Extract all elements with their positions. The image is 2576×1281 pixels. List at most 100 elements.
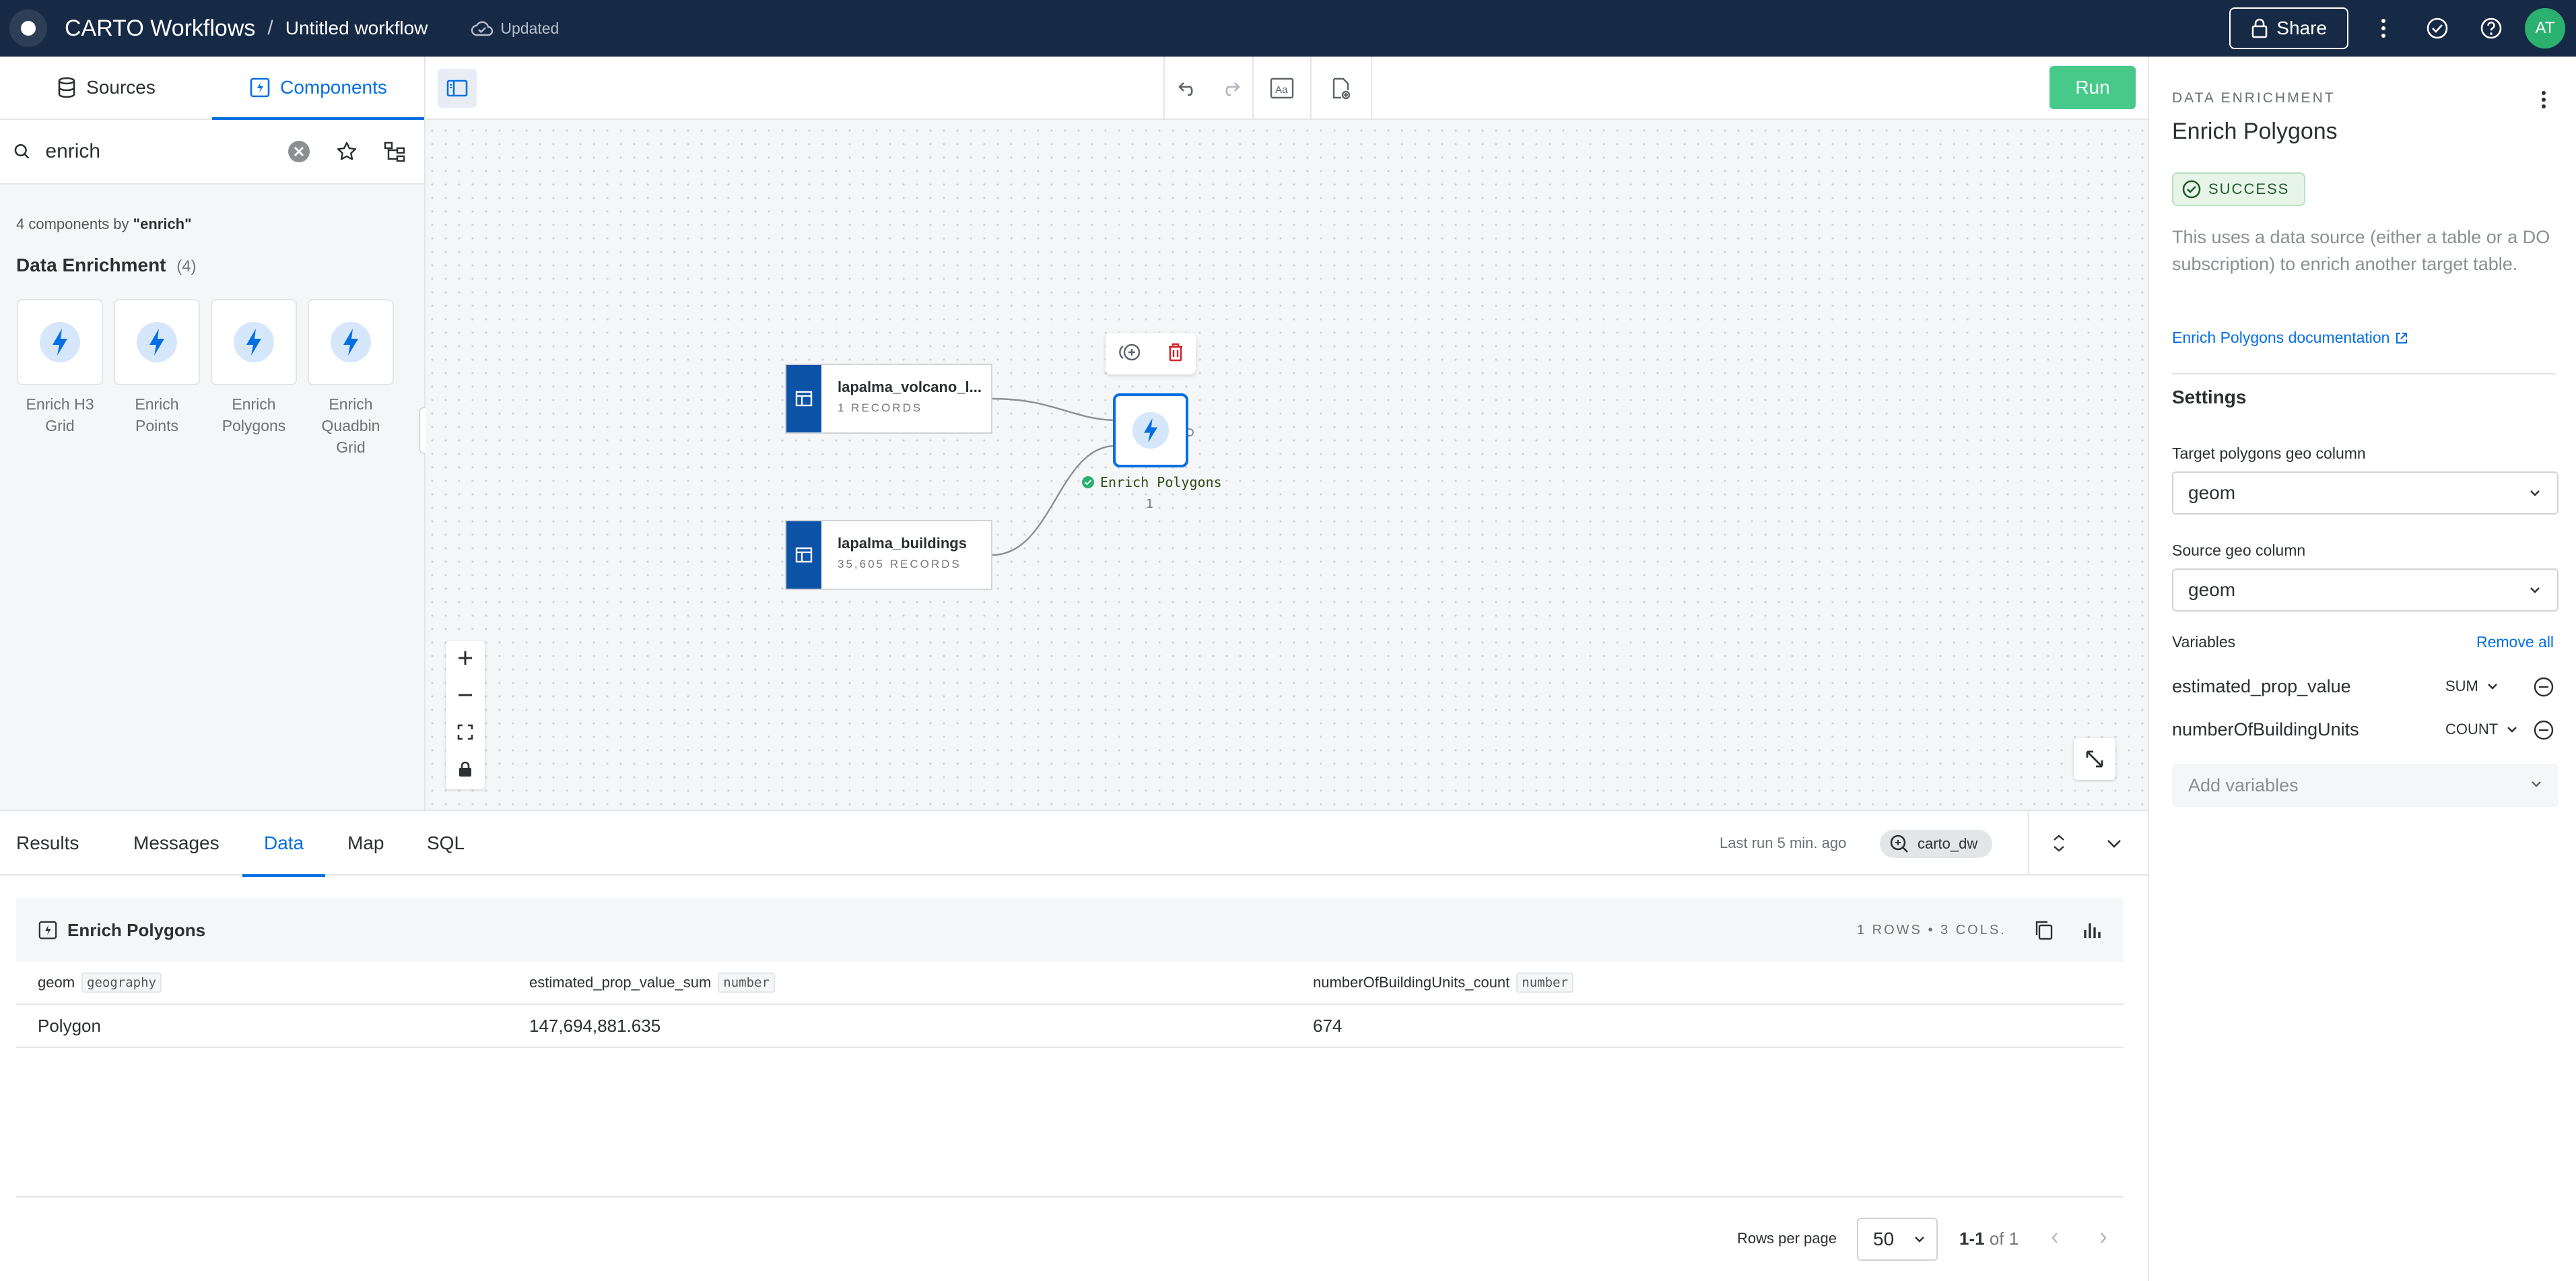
enrich-node-count: 1 <box>1146 497 1153 511</box>
chevron-down-icon <box>1915 1237 1924 1243</box>
column-header[interactable]: estimated_prop_value_sum number <box>529 962 775 1004</box>
help-icon[interactable] <box>2472 9 2510 47</box>
tab-data[interactable]: Data <box>242 811 326 877</box>
delete-node-icon[interactable] <box>1167 342 1184 366</box>
column-type: geography <box>81 973 162 993</box>
column-type: number <box>718 973 775 993</box>
user-avatar[interactable]: AT <box>2525 8 2565 48</box>
resize-panel-icon[interactable] <box>2041 826 2076 861</box>
enrich-node-label: Enrich Polygons <box>1081 474 1222 490</box>
clear-search-icon[interactable] <box>282 135 315 168</box>
target-geo-column-label: Target polygons geo column <box>2172 445 2366 462</box>
connection-volcano-to-enrich[interactable] <box>992 397 1115 422</box>
lightning-icon <box>1132 412 1170 449</box>
aggregation-value: COUNT <box>2445 721 2499 737</box>
component-enrich-polygons[interactable]: Enrich Polygons <box>210 299 298 458</box>
component-label: Enrich H3 Grid <box>26 395 94 434</box>
check-circle-icon[interactable] <box>2418 9 2456 47</box>
remove-variable-icon[interactable] <box>2530 717 2557 744</box>
tab-sql[interactable]: SQL <box>427 811 465 876</box>
column-header[interactable]: numberOfBuildingUnits_count number <box>1313 962 1573 1004</box>
column-type: number <box>1516 973 1573 993</box>
component-enrich-quadbin-grid[interactable]: Enrich Quadbin Grid <box>307 299 395 458</box>
lightning-icon <box>234 322 274 362</box>
target-geo-column-value: geom <box>2188 482 2236 503</box>
favorites-star-icon[interactable] <box>330 135 363 168</box>
collapse-panel-icon[interactable] <box>2097 826 2132 861</box>
remove-variable-icon[interactable] <box>2530 674 2557 700</box>
zoom-out-icon[interactable] <box>456 686 474 707</box>
tab-map[interactable]: Map <box>347 811 384 876</box>
lightning-icon <box>331 322 371 362</box>
variable-row: numberOfBuildingUnits COUNT <box>2172 714 2558 746</box>
component-search-input[interactable] <box>45 140 268 163</box>
next-page-icon[interactable] <box>2091 1226 2115 1250</box>
aggregation-select[interactable]: SUM <box>2445 678 2499 695</box>
add-variables-select[interactable]: Add variables <box>2172 764 2558 807</box>
component-card[interactable] <box>17 299 103 385</box>
tab-sources[interactable]: Sources <box>0 57 212 119</box>
column-header[interactable]: geom geography <box>38 962 162 1004</box>
duplicate-node-icon[interactable] <box>1117 342 1144 366</box>
aggregation-select[interactable]: COUNT <box>2445 721 2518 738</box>
table-row[interactable]: Polygon 147,694,881.635 674 <box>16 1005 2124 1048</box>
node-actions-toolbar <box>1106 333 1196 374</box>
source-geo-column-select[interactable]: geom <box>2172 568 2558 612</box>
connection-buildings-to-enrich[interactable] <box>992 445 1115 556</box>
variable-name: numberOfBuildingUnits <box>2172 719 2359 740</box>
node-records: 1 RECORDS <box>838 401 923 414</box>
prev-page-icon[interactable] <box>2043 1226 2067 1250</box>
component-card[interactable] <box>211 299 297 385</box>
documentation-link-text: Enrich Polygons documentation <box>2172 329 2390 346</box>
pagination: Rows per page 50 1-1 of 1 <box>16 1196 2124 1281</box>
rows-per-page-select[interactable]: 50 <box>1857 1218 1938 1261</box>
component-card[interactable] <box>308 299 394 385</box>
more-options-icon[interactable] <box>2365 9 2402 47</box>
more-options-icon[interactable] <box>2530 86 2557 113</box>
result-count-prefix: 4 components by <box>16 216 129 232</box>
lock-icon <box>2251 18 2268 38</box>
component-label: Enrich Points <box>135 395 179 434</box>
fit-view-icon[interactable] <box>456 723 474 744</box>
enrich-polygons-node[interactable] <box>1113 393 1188 467</box>
share-button[interactable]: Share <box>2229 7 2348 49</box>
table-cell: 147,694,881.635 <box>529 1015 661 1036</box>
lightning-icon <box>40 322 80 362</box>
tab-components[interactable]: Components <box>212 57 424 120</box>
component-card[interactable] <box>114 299 200 385</box>
left-panel: Sources Components 4 components by "enri… <box>0 57 426 810</box>
component-grid: Enrich H3 Grid Enrich Points Enrich Poly… <box>16 299 424 458</box>
chart-icon[interactable] <box>2075 913 2109 947</box>
tree-view-icon[interactable] <box>378 135 411 168</box>
remove-all-link[interactable]: Remove all <box>2476 633 2554 651</box>
workflow-canvas[interactable]: Aa Run lapalma_volcano_l... 1 RECORDS la… <box>426 57 2148 810</box>
chevron-down-icon <box>2532 781 2541 787</box>
expand-canvas-icon[interactable] <box>2074 738 2115 780</box>
brand-title[interactable]: CARTO Workflows <box>65 15 255 42</box>
connection-chip[interactable]: carto_dw <box>1880 830 1993 858</box>
component-label: Enrich Polygons <box>222 395 286 434</box>
component-enrich-h3-grid[interactable]: Enrich H3 Grid <box>16 299 104 458</box>
source-node-volcano[interactable]: lapalma_volcano_l... 1 RECORDS <box>785 364 992 434</box>
copy-icon[interactable] <box>2027 913 2060 947</box>
variables-label: Variables <box>2172 633 2236 651</box>
result-count-query: "enrich" <box>133 216 192 232</box>
target-geo-column-select[interactable]: geom <box>2172 471 2558 515</box>
breadcrumb-separator: / <box>267 17 273 39</box>
cloud-check-icon <box>471 21 494 36</box>
search-icon <box>14 143 30 159</box>
carto-logo-icon[interactable] <box>9 9 47 47</box>
node-title: lapalma_buildings <box>838 535 967 552</box>
lock-canvas-icon[interactable] <box>458 760 473 781</box>
component-enrich-points[interactable]: Enrich Points <box>113 299 201 458</box>
zoom-in-icon[interactable] <box>456 649 474 670</box>
source-node-buildings[interactable]: lapalma_buildings 35,605 RECORDS <box>785 520 992 590</box>
external-link-icon <box>2396 332 2408 343</box>
tab-messages[interactable]: Messages <box>133 811 219 876</box>
variable-row: estimated_prop_value SUM <box>2172 671 2558 703</box>
documentation-link[interactable]: Enrich Polygons documentation <box>2172 329 2408 347</box>
results-tabs: Results Messages Data Map SQL Last run 5… <box>0 811 2148 877</box>
components-icon <box>250 77 270 98</box>
workflow-name[interactable]: Untitled workflow <box>285 18 428 39</box>
tab-results[interactable]: Results <box>16 811 79 876</box>
